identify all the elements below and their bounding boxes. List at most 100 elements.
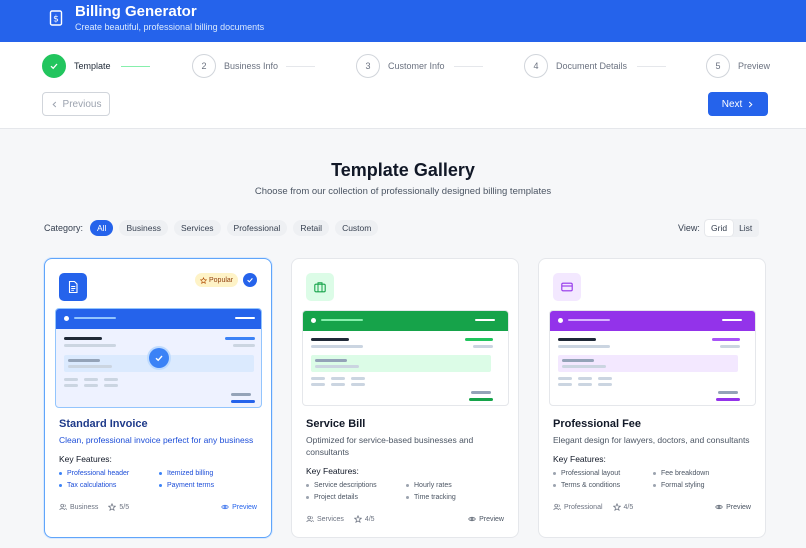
card-preview-button[interactable]: Preview [468, 515, 504, 523]
feature-item: Service descriptions [306, 482, 406, 489]
category-chip-custom[interactable]: Custom [335, 220, 379, 236]
previous-label: Previous [62, 98, 102, 110]
feature-item: Terms & conditions [553, 482, 653, 489]
credit-card-icon [553, 273, 581, 301]
card-description: Elegant design for lawyers, doctors, and… [553, 435, 750, 445]
key-features-label: Key Features: [59, 454, 112, 464]
category-chip-all[interactable]: All [90, 220, 114, 236]
rating-meta: 5/5 [108, 503, 129, 511]
step-document-details[interactable]: 4 Document Details [524, 54, 627, 78]
card-description: Optimized for service-based businesses a… [306, 435, 474, 457]
card-title: Professional Fee [553, 418, 642, 430]
step-connector [637, 66, 666, 67]
step-label: Preview [738, 61, 771, 71]
feature-item: Professional layout [553, 470, 653, 477]
feature-item: Tax calculations [59, 482, 159, 489]
popular-badge: Popular [195, 273, 239, 287]
key-features-label: Key Features: [553, 454, 606, 464]
feature-item: Formal styling [653, 482, 753, 489]
step-circle: 5 [706, 54, 730, 78]
card-footer: Services 4/5 Preview [306, 515, 504, 523]
previous-button[interactable]: Previous [42, 92, 110, 116]
rating-meta: 4/5 [353, 515, 375, 523]
gallery-title: Template Gallery [331, 160, 475, 180]
check-icon [50, 63, 58, 70]
step-connector [121, 66, 150, 67]
view-grid-button[interactable]: Grid [705, 220, 734, 236]
card-description: Clean, professional invoice perfect for … [59, 435, 254, 445]
category-filters: All Business Services Professional Retai… [90, 220, 379, 236]
feature-item: Project details [306, 494, 406, 501]
eye-icon [715, 504, 723, 510]
step-circle: 3 [356, 54, 380, 78]
category-chip-professional[interactable]: Professional [226, 220, 288, 236]
step-circle: 4 [524, 54, 548, 78]
category-meta: Business [59, 503, 98, 511]
users-icon [306, 515, 314, 523]
category-meta: Professional [553, 503, 603, 511]
view-label: View: [678, 223, 700, 233]
feature-item: Payment terms [159, 482, 259, 489]
chevron-right-icon [749, 101, 753, 107]
step-business-info[interactable]: 2 Business Info [192, 54, 278, 78]
template-card-standard-invoice[interactable]: Popular Standard Invoice Clean, professi… [44, 258, 272, 538]
card-title: Standard Invoice [59, 418, 148, 430]
category-chip-services[interactable]: Services [173, 220, 221, 236]
feature-item: Time tracking [406, 494, 506, 501]
selected-overlay-check-icon [149, 348, 169, 368]
briefcase-icon [306, 273, 334, 301]
chevron-left-icon [52, 101, 56, 107]
category-label: Category: [44, 223, 84, 233]
step-label: Template [74, 61, 111, 71]
feature-item: Itemized billing [159, 470, 259, 477]
app-subtitle: Create beautiful, professional billing d… [75, 22, 265, 32]
app-title: Billing Generator [75, 3, 197, 20]
eye-icon [221, 504, 229, 510]
template-card-professional-fee[interactable]: Professional Fee Elegant design for lawy… [538, 258, 766, 538]
view-toggle: Grid List [704, 219, 760, 237]
users-icon [553, 503, 561, 511]
step-connector [286, 66, 315, 67]
step-template[interactable]: Template [42, 54, 111, 78]
feature-item: Fee breakdown [653, 470, 753, 477]
svg-text:$: $ [53, 15, 59, 25]
next-label: Next [721, 98, 743, 110]
next-button[interactable]: Next [708, 92, 768, 116]
eye-icon [468, 516, 476, 522]
star-icon [612, 503, 621, 511]
category-chip-retail[interactable]: Retail [293, 220, 330, 236]
view-list-button[interactable]: List [733, 220, 758, 236]
receipt-icon: $ [46, 8, 66, 28]
star-icon [200, 276, 207, 284]
star-icon [108, 503, 117, 511]
wizard-steps: Template 2 Business Info 3 Customer Info… [0, 42, 806, 129]
step-label: Document Details [556, 61, 628, 71]
step-label: Customer Info [388, 61, 445, 71]
category-chip-business[interactable]: Business [119, 220, 168, 236]
category-meta: Services [306, 515, 344, 523]
step-circle [42, 54, 66, 78]
step-circle: 2 [192, 54, 216, 78]
step-label: Business Info [224, 61, 279, 71]
card-footer: Professional 4/5 Preview [553, 503, 751, 511]
app-header: $ Billing Generator Create beautiful, pr… [0, 0, 806, 42]
selected-check-icon [243, 273, 257, 287]
template-thumbnail [302, 310, 509, 406]
step-preview[interactable]: 5 Preview [706, 54, 770, 78]
badge-label: Popular [209, 276, 234, 284]
card-footer: Business 5/5 Preview [59, 503, 257, 511]
card-preview-button[interactable]: Preview [715, 503, 751, 511]
feature-list: Service descriptions Hourly rates Projec… [306, 482, 506, 501]
document-icon [59, 273, 87, 301]
template-card-service-bill[interactable]: Service Bill Optimized for service-based… [291, 258, 519, 538]
gallery-subtitle: Choose from our collection of profession… [254, 186, 552, 197]
step-customer-info[interactable]: 3 Customer Info [356, 54, 445, 78]
star-icon [353, 515, 362, 523]
users-icon [59, 503, 67, 511]
feature-list: Professional layout Fee breakdown Terms … [553, 470, 753, 489]
template-thumbnail [549, 310, 756, 406]
card-title: Service Bill [306, 418, 366, 430]
step-connector [454, 66, 483, 67]
rating-meta: 4/5 [612, 503, 633, 511]
card-preview-button[interactable]: Preview [221, 503, 257, 511]
